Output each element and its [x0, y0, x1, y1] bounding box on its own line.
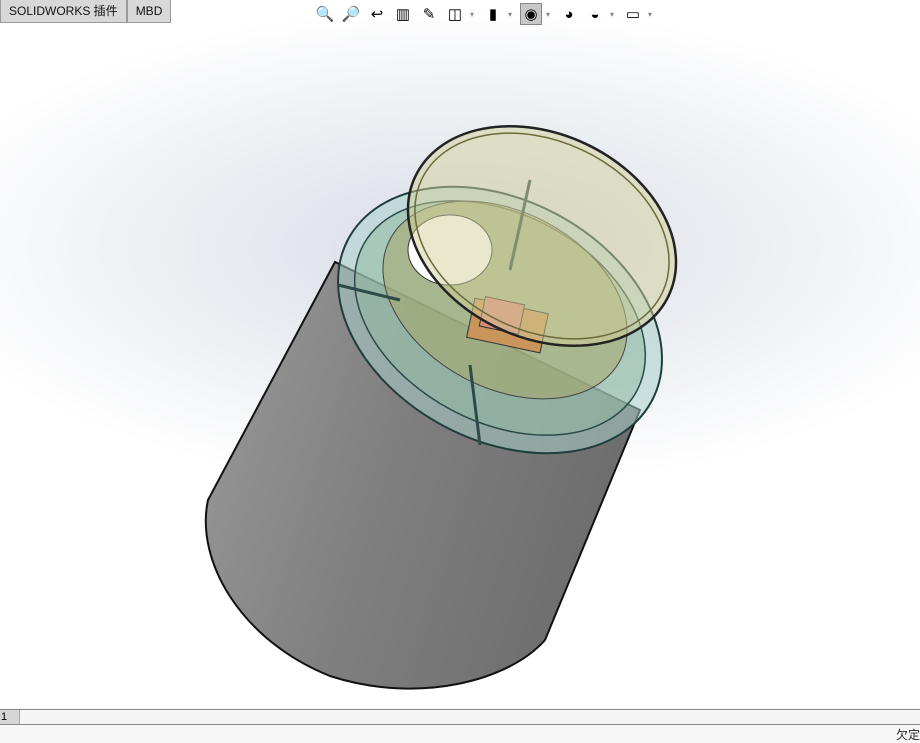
chevron-down-icon[interactable]: ▾ [470, 10, 478, 19]
view-orientation-icon: ◫ [447, 6, 463, 23]
apply-scene-icon: ◒ [590, 5, 600, 23]
chevron-down-icon[interactable]: ▾ [610, 10, 618, 19]
apply-scene-button[interactable]: ◒ [584, 3, 606, 25]
hide-show-items-icon: ◉ [524, 6, 538, 23]
command-manager-tabs: SOLIDWORKS 插件 MBD [0, 0, 172, 23]
zoom-to-fit-icon: 🔍 [315, 6, 335, 23]
chevron-down-icon[interactable]: ▾ [508, 10, 516, 19]
section-view-icon: ▥ [395, 6, 411, 23]
dynamic-annotation-button[interactable]: ✎ [418, 3, 440, 25]
section-view-button[interactable]: ▥ [392, 3, 414, 25]
hide-show-items-button[interactable]: ◉ [520, 3, 542, 25]
view-settings-button[interactable]: ▭ [622, 3, 644, 25]
status-text: 欠定义 [895, 728, 920, 742]
edit-appearance-icon: ◕ [564, 5, 574, 23]
view-settings-icon: ▭ [625, 6, 641, 23]
previous-view-icon: ↩ [370, 6, 384, 23]
zoom-to-area-button[interactable]: 🔎 [340, 3, 362, 25]
graphics-viewport[interactable] [0, 0, 920, 708]
cylinder-model [204, 124, 678, 690]
sheet-tab[interactable]: 1 [0, 710, 20, 724]
edit-appearance-button[interactable]: ◕ [558, 3, 580, 25]
view-orientation-button[interactable]: ◫ [444, 3, 466, 25]
display-style-button[interactable]: ▮ [482, 3, 504, 25]
heads-up-view-toolbar: 🔍 🔎 ↩ ▥ ✎ ◫ ▾ ▮ ▾ ◉ ▾ ◕ ◒ ▾ ▭ ▾ [314, 3, 656, 25]
display-style-icon: ▮ [488, 6, 498, 23]
zoom-to-fit-button[interactable]: 🔍 [314, 3, 336, 25]
chevron-down-icon[interactable]: ▾ [648, 10, 656, 19]
tab-solidworks-addins[interactable]: SOLIDWORKS 插件 [0, 0, 127, 23]
sheet-tab-bar: 1 [0, 709, 920, 725]
dynamic-annotation-icon: ✎ [422, 6, 436, 23]
chevron-down-icon[interactable]: ▾ [546, 10, 554, 19]
tab-mbd[interactable]: MBD [126, 0, 172, 23]
previous-view-button[interactable]: ↩ [366, 3, 388, 25]
zoom-to-area-icon: 🔎 [341, 6, 361, 23]
